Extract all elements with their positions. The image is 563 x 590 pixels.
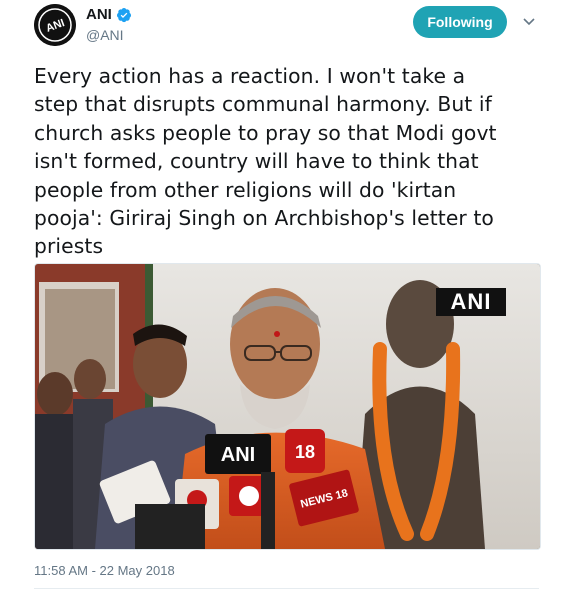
divider	[34, 588, 539, 589]
following-button[interactable]: Following	[413, 6, 507, 38]
tweet-text-line: people from other religions will do 'kir…	[34, 177, 457, 202]
tweet-text: Every action has a reaction. I won't tak…	[34, 62, 544, 261]
tweet-text-line: Every action has a reaction. I won't tak…	[34, 64, 466, 88]
author-handle[interactable]: @ANI	[86, 27, 124, 43]
display-name[interactable]: ANI	[86, 6, 112, 23]
author-name-row[interactable]: ANI	[86, 6, 132, 23]
tweet-card: ANI ANI @ANI Following Every action has …	[0, 0, 563, 590]
mic-label-ani: ANI	[221, 444, 255, 466]
author-avatar[interactable]: ANI	[34, 4, 76, 46]
tweet-text-line: church asks people to pray so that Modi …	[34, 120, 497, 145]
tweet-text-line: step that disrupts communal harmony. But…	[34, 92, 492, 117]
verified-badge-icon	[116, 7, 131, 22]
ani-logo: ANI	[34, 4, 76, 46]
tweet-text-line: pooja': Giriraj Singh on Archbishop's le…	[34, 206, 494, 231]
ani-watermark: ANI	[436, 288, 506, 316]
tweet-text-line: isn't formed, country will have to think…	[34, 149, 479, 174]
mic-label-18: 18	[295, 442, 315, 462]
tweet-timestamp[interactable]: 11:58 AM - 22 May 2018	[34, 563, 175, 578]
chevron-down-icon[interactable]	[522, 14, 536, 28]
tweet-text-line: priests	[34, 234, 104, 259]
